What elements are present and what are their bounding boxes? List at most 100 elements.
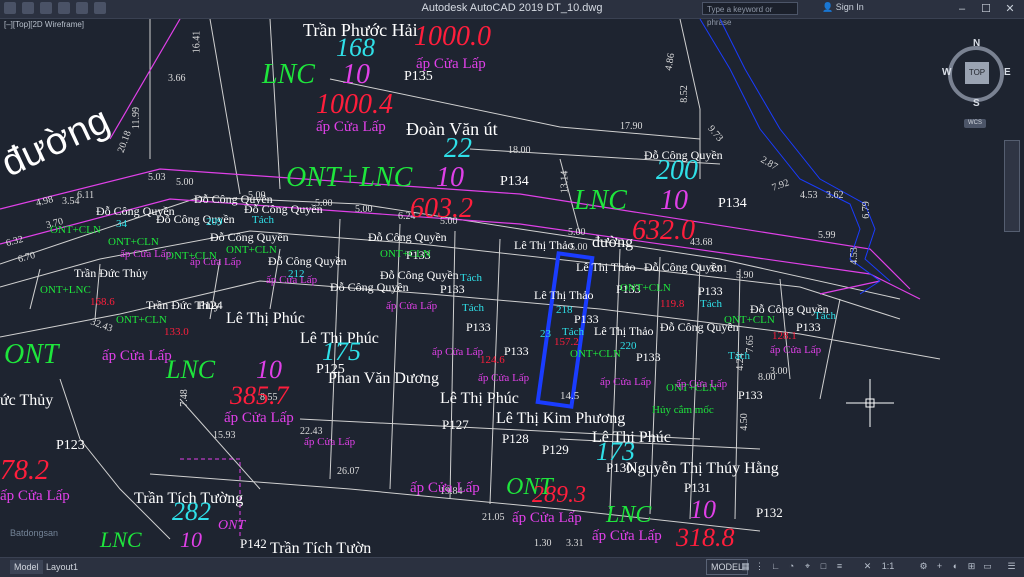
dimension-label: 4.50 bbox=[738, 413, 750, 431]
wcs-menu[interactable]: WCS bbox=[964, 119, 986, 128]
polar-icon[interactable]: ◔ bbox=[786, 561, 797, 572]
map-sheet-label: 10 bbox=[690, 495, 716, 524]
watermark: Batdongsan bbox=[10, 528, 59, 538]
owner-name-label: Nguyễn Thị Thúy Hằng bbox=[626, 460, 779, 477]
annotation-scale[interactable]: 1:1 bbox=[878, 561, 898, 572]
compass-west[interactable]: W bbox=[942, 67, 951, 78]
hamlet-label: ấp Cửa Lấp bbox=[0, 488, 70, 504]
owner-name-label: Lê Thị Thảo bbox=[534, 288, 594, 302]
hamlet-label: ấp Cửa Lấp bbox=[102, 348, 172, 364]
annotation-monitor-icon[interactable]: + bbox=[934, 561, 945, 572]
dimension-label: 5.00 bbox=[568, 227, 586, 238]
ortho-icon[interactable]: ∟ bbox=[770, 561, 781, 572]
map-sheet-label: 10 bbox=[342, 59, 370, 90]
land-use-label: ONT+CLN bbox=[570, 348, 621, 360]
viewcube[interactable]: TOP N S E W bbox=[942, 38, 1014, 112]
drawing-canvas[interactable]: 16.41 3.66 11.99 20.18 8.52 4.86 17.90 1… bbox=[0, 19, 1024, 557]
status-bar: Model Layout1 MODEL ▦ ⋮ ∟ ◔ ⌖ □ ≡ ✕ 1:1 … bbox=[0, 557, 1024, 577]
map-sheet-label: 10 bbox=[256, 355, 282, 384]
parcel-number-label: 168 bbox=[336, 33, 375, 62]
hamlet-label: ấp Cửa Lấp bbox=[432, 346, 484, 358]
dimension-label: 5.99 bbox=[818, 230, 836, 241]
compass-east[interactable]: E bbox=[1004, 67, 1011, 78]
parcel-number-label: 23 bbox=[540, 328, 551, 340]
dimension-label: 5.90 bbox=[736, 270, 754, 281]
area-label: 632.0 bbox=[632, 215, 695, 246]
dimension-label: 16.41 bbox=[191, 30, 203, 54]
hamlet-label: ấp Cửa Lấp bbox=[304, 436, 356, 448]
dimension-label: 26.07 bbox=[337, 466, 360, 477]
road-name-label: đường bbox=[592, 234, 634, 251]
parcel-code-label: P132 bbox=[756, 505, 783, 520]
land-type-label: ONT bbox=[4, 339, 59, 370]
area-label: 603.2 bbox=[410, 193, 473, 224]
map-sheet-label: 10 bbox=[180, 527, 202, 552]
isolate-icon[interactable]: ◐ bbox=[950, 561, 961, 572]
navigation-bar[interactable] bbox=[1004, 140, 1020, 232]
parcel-code-label: P134 bbox=[718, 196, 747, 211]
parcel-number-label: 22 bbox=[444, 133, 472, 164]
parcel-code-label: P133 bbox=[504, 344, 529, 358]
dimension-label: 11.99 bbox=[131, 106, 143, 130]
split-label: Tách bbox=[814, 310, 836, 322]
parcel-code-label: P133 bbox=[636, 350, 661, 364]
parcel-number-label: 200 bbox=[656, 155, 698, 186]
compass-south[interactable]: S bbox=[973, 98, 980, 109]
area-label: 1000.0 bbox=[414, 21, 491, 52]
dimension-label: 5.00 bbox=[176, 177, 194, 188]
dimension-label: 15.93 bbox=[213, 430, 236, 441]
sign-in-button[interactable]: 👤 Sign In bbox=[822, 2, 864, 13]
osnap-icon[interactable]: □ bbox=[818, 561, 829, 572]
dimension-label: 5.00 bbox=[355, 204, 373, 215]
hardware-accel-icon[interactable]: ⊞ bbox=[966, 561, 977, 572]
snap-icon[interactable]: ⋮ bbox=[754, 561, 765, 572]
parcel-code-label: P123 bbox=[56, 438, 85, 453]
map-sheet-label: 10 bbox=[436, 162, 464, 193]
area-label: 128.1 bbox=[772, 330, 797, 342]
hamlet-label: ấp Cửa Lấp bbox=[316, 119, 386, 135]
customization-menu-icon[interactable]: ☰ bbox=[1006, 561, 1017, 572]
dimension-label: 21.05 bbox=[482, 512, 505, 523]
land-use-label: ONT+CLN bbox=[50, 224, 101, 236]
split-label: Tách bbox=[462, 302, 484, 314]
land-type-label: LNC bbox=[606, 502, 652, 528]
viewcube-top-face[interactable]: TOP bbox=[965, 62, 989, 84]
land-type-label: LNC bbox=[100, 527, 142, 552]
tab-layout1[interactable]: Layout1 bbox=[42, 560, 82, 574]
parcel-number-label: 212 bbox=[288, 268, 305, 280]
compass-north[interactable]: N bbox=[973, 38, 980, 49]
viewport-controls[interactable]: [–][Top][2D Wireframe] bbox=[4, 20, 84, 29]
parcel-number-label: 209 bbox=[206, 216, 223, 228]
owner-name-label: Đỗ Công Quyền bbox=[210, 230, 289, 244]
hamlet-label: ấp Cửa Lấp bbox=[478, 372, 530, 384]
parcel-number-label: 282 bbox=[172, 497, 211, 526]
workspace-gear-icon[interactable]: ⚙ bbox=[918, 561, 929, 572]
dimension-label: 6.79 bbox=[860, 201, 872, 219]
owner-name-label: Đỗ Công Quyền bbox=[268, 254, 347, 268]
search-input[interactable]: Type a keyword or phrase bbox=[702, 2, 798, 27]
isodraft-icon[interactable]: ⌖ bbox=[802, 561, 813, 572]
clean-screen-icon[interactable]: ▭ bbox=[982, 561, 993, 572]
user-icon: 👤 bbox=[822, 2, 834, 12]
land-type-label: LNC bbox=[262, 59, 315, 90]
land-use-label: ONT+CLN bbox=[380, 248, 431, 260]
tab-model[interactable]: Model bbox=[10, 560, 43, 574]
dimension-label: 1.30 bbox=[534, 538, 552, 549]
parcel-code-label: P127 bbox=[442, 417, 469, 432]
owner-name-label: Lê Thị Thảo bbox=[594, 324, 654, 338]
cancel-marker-label: Hủy cắm mốc bbox=[652, 404, 714, 416]
close-button[interactable]: ✕ bbox=[996, 1, 1024, 17]
parcel-code-label: P133 bbox=[796, 320, 821, 334]
map-sheet-label: 10 bbox=[660, 185, 688, 216]
annotation-icon[interactable]: ✕ bbox=[862, 561, 873, 572]
area-label: 157.2 bbox=[554, 336, 579, 348]
grid-icon[interactable]: ▦ bbox=[740, 561, 751, 572]
window-title: Autodesk AutoCAD 2019 DT_10.dwg bbox=[421, 2, 603, 14]
lineweight-icon[interactable]: ≡ bbox=[834, 561, 845, 572]
area-label: 1000.4 bbox=[316, 89, 393, 120]
parcel-number-label: 34 bbox=[116, 218, 127, 230]
owner-name-label: Đỗ Công Quyền bbox=[368, 230, 447, 244]
hamlet-label: ấp Cửa Lấp bbox=[410, 480, 480, 496]
parcel-code-label: P134 bbox=[500, 174, 529, 189]
hamlet-label: ấp Cửa Lấp bbox=[592, 528, 662, 544]
